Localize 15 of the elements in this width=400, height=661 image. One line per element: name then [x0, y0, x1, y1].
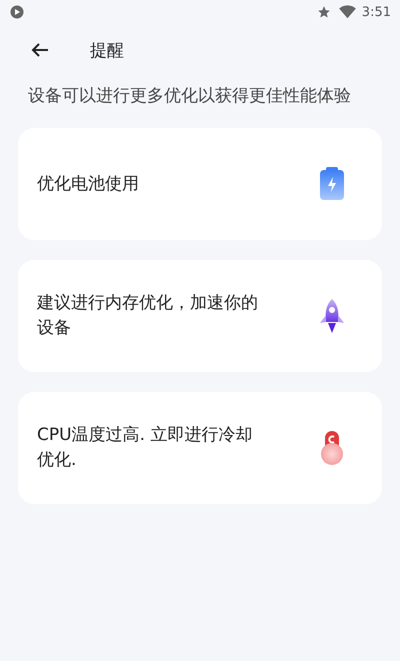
rocket-icon	[317, 298, 347, 334]
card-text: 建议进行内存优化，加速你的设备	[37, 292, 259, 340]
clock-time: 3:51	[362, 4, 391, 20]
battery-icon	[319, 167, 345, 201]
card-text: 优化电池使用	[37, 172, 140, 196]
subtitle-text: 设备可以进行更多优化以获得更佳性能体验	[28, 86, 351, 106]
card-background[interactable]: 建议进行内存优化，加速你的设备	[18, 260, 382, 372]
card-background[interactable]: CPU温度过高. 立即进行冷却优化.	[18, 392, 382, 504]
wifi-icon	[338, 5, 356, 19]
card-background[interactable]: 优化电池使用	[18, 128, 382, 240]
page-title: 提醒	[90, 40, 124, 62]
thermometer-icon	[319, 430, 345, 466]
card-text: CPU温度过高. 立即进行冷却优化.	[37, 424, 254, 472]
app-notification-icon	[10, 5, 24, 19]
star-icon	[316, 5, 331, 19]
